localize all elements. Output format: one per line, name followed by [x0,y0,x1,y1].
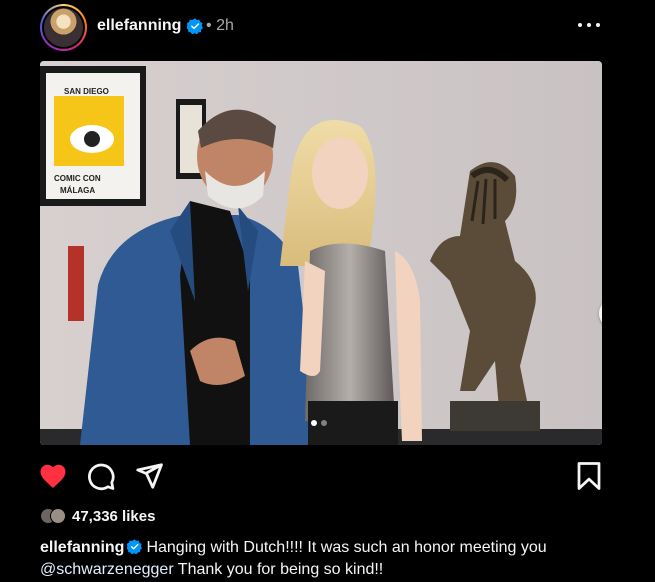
poster-line1: SAN DIEGO [64,87,109,96]
avatar[interactable] [40,4,87,51]
avatar-image [44,8,83,47]
share-icon[interactable] [134,461,164,491]
caption-username[interactable]: ellefanning [40,539,124,556]
likes-count[interactable]: 47,336 likes [72,508,155,525]
carousel-indicators [311,420,327,426]
comment-icon[interactable] [86,461,116,491]
verified-icon [187,18,203,34]
time-label: 2h [216,17,234,34]
liker-avatars [40,507,70,525]
verified-icon [127,539,143,554]
carousel-dot-2 [321,420,327,426]
post-time: • 2h [206,17,234,35]
action-bar [0,455,655,495]
more-icon [578,23,582,27]
caption-text-2: Thank you for being so kind!! [177,561,384,578]
photo-illustration: SAN DIEGO COMIC CON MÁLAGA [40,61,602,445]
caption-text-1: Hanging with Dutch!!!! It was such an ho… [146,539,547,556]
liker-avatar [50,508,66,524]
time-separator: • [206,17,212,34]
more-options-button[interactable] [578,14,600,36]
poster-brand: COMIC CON [54,174,101,183]
carousel-dot-1 [311,420,317,426]
post-header: ellefanning • 2h [0,0,655,54]
bookmark-icon[interactable] [574,461,604,491]
post-photo[interactable]: SAN DIEGO COMIC CON MÁLAGA [40,61,602,445]
caption: ellefanning Hanging with Dutch!!!! It wa… [40,537,620,581]
heart-icon[interactable] [38,461,68,491]
post-username[interactable]: ellefanning [97,17,181,35]
poster-city: MÁLAGA [60,186,95,195]
caption-mention-link[interactable]: @schwarzenegger [40,561,174,578]
likes-row[interactable]: 47,336 likes [40,505,155,527]
